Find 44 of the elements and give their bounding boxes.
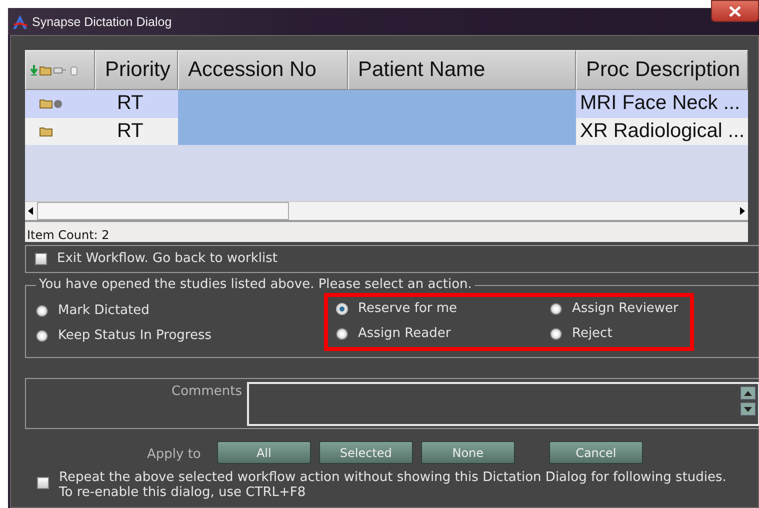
column-header[interactable] (25, 50, 95, 90)
group-legend: You have opened the studies listed above. Please select an action. (36, 277, 475, 292)
radio-label: Keep Status In Progress (58, 328, 212, 343)
repeat-text: Repeat the above selected workflow action without showing this Dictation Dialog for following studies. (59, 470, 726, 485)
column-header[interactable]: Priority (95, 50, 178, 90)
column-header[interactable]: Patient Name (348, 50, 576, 90)
radio-button[interactable] (336, 302, 348, 314)
table-cell: MRI Face Neck ... (576, 90, 748, 118)
close-icon (729, 6, 741, 16)
app-logo-icon (12, 14, 28, 30)
comments-field[interactable] (247, 382, 759, 426)
table-cell: RT (95, 118, 178, 145)
status-disc-icon (53, 98, 63, 109)
comments-label: Comments (172, 384, 242, 401)
scroll-up-button[interactable] (740, 386, 756, 400)
folder-icon (39, 98, 53, 110)
checkbox-label: Exit Workflow. Go back to worklist (57, 251, 278, 266)
down-arrow-icon (744, 406, 752, 412)
scrollbar-thumb[interactable] (37, 202, 289, 220)
folder-icon (39, 126, 53, 137)
apply-to-label: Apply to (147, 447, 201, 462)
up-arrow-icon (744, 390, 752, 396)
radio-label: Reject (572, 326, 612, 341)
repeat-checkbox[interactable] (37, 477, 49, 489)
window-title: Synapse Dictation Dialog (32, 14, 172, 28)
radio-label: Reserve for me (358, 301, 458, 316)
table-cell: XR Radiological ... (576, 118, 748, 145)
close-button[interactable] (711, 0, 759, 22)
horizontal-scrollbar[interactable] (25, 201, 748, 220)
radio-label: Assign Reviewer (572, 301, 678, 316)
radio-button[interactable] (550, 328, 562, 340)
radio-button[interactable] (336, 328, 348, 340)
radio-button[interactable] (36, 330, 48, 342)
item-count: Item Count: 2 (25, 220, 748, 242)
radio-button[interactable] (36, 304, 48, 316)
repeat-text: To re-enable this dialog, use CTRL+F8 (59, 485, 307, 500)
scroll-down-button[interactable] (740, 402, 756, 416)
radio-label: Assign Reader (358, 326, 451, 341)
radio-button[interactable] (550, 302, 562, 314)
column-header[interactable]: Accession No (178, 50, 348, 90)
column-header[interactable]: Proc Description (576, 50, 748, 90)
table-cell: RT (95, 90, 178, 118)
radio-label: Mark Dictated (58, 303, 150, 318)
exit-workflow-checkbox[interactable] (35, 253, 47, 265)
